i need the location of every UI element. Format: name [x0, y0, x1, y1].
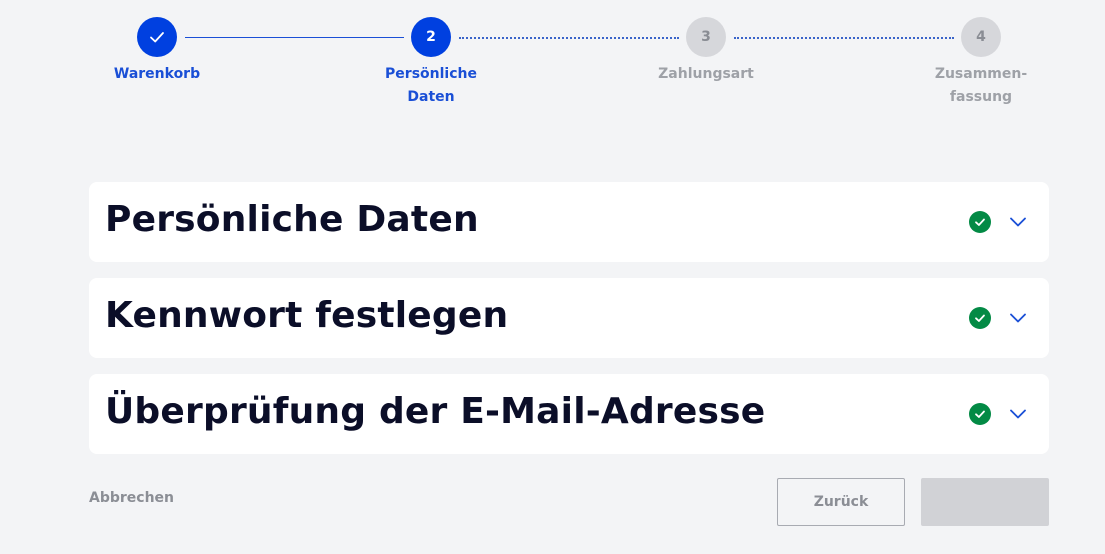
- cancel-link[interactable]: Abbrechen: [89, 490, 174, 506]
- step-2-label: Persönliche Daten: [361, 63, 501, 109]
- step-3-circle: 3: [686, 17, 726, 57]
- panel-set-password[interactable]: Kennwort festlegen: [89, 278, 1049, 358]
- step-2-circle: 2: [411, 17, 451, 57]
- step-3-label-text: Zahlungsart: [658, 66, 754, 82]
- checkout-stepper: Warenkorb 2 Persönliche Daten 3 Zahlungs…: [0, 0, 1105, 120]
- check-circle-icon: [969, 211, 991, 233]
- check-circle-icon: [969, 403, 991, 425]
- panel-email-verification[interactable]: Überprüfung der E-Mail-Adresse: [89, 374, 1049, 454]
- stepper-connector-3: [734, 37, 954, 39]
- stepper-connector-2: [459, 37, 679, 39]
- step-1-circle[interactable]: [137, 17, 177, 57]
- step-1-label-text: Warenkorb: [113, 66, 201, 82]
- panel-title: Persönliche Daten: [105, 198, 479, 240]
- checkmark-icon: [150, 32, 164, 43]
- chevron-down-icon[interactable]: [1007, 403, 1029, 425]
- step-2-label-line2: Daten: [407, 89, 455, 105]
- checkout-page: Warenkorb 2 Persönliche Daten 3 Zahlungs…: [0, 0, 1105, 554]
- step-4-label: Zusammen- fassung: [911, 63, 1051, 109]
- step-3-label: Zahlungsart: [636, 63, 776, 86]
- step-4-circle: 4: [961, 17, 1001, 57]
- check-circle-icon: [969, 307, 991, 329]
- panel-title: Kennwort festlegen: [105, 294, 509, 336]
- step-4-number: 4: [976, 29, 986, 45]
- stepper-connector-1: [185, 37, 404, 38]
- step-2-number: 2: [426, 29, 436, 45]
- next-button[interactable]: [921, 478, 1049, 526]
- step-3-number: 3: [701, 29, 711, 45]
- back-button[interactable]: Zurück: [777, 478, 905, 526]
- step-4-label-line1: Zusammen-: [934, 66, 1028, 82]
- step-4-label-line2: fassung: [949, 89, 1013, 105]
- panel-personal-data[interactable]: Persönliche Daten: [89, 182, 1049, 262]
- panel-title: Überprüfung der E-Mail-Adresse: [105, 390, 766, 432]
- step-2-label-line1: Persönliche: [385, 66, 477, 82]
- chevron-down-icon[interactable]: [1007, 307, 1029, 329]
- chevron-down-icon[interactable]: [1007, 211, 1029, 233]
- step-1-label[interactable]: Warenkorb: [87, 63, 227, 86]
